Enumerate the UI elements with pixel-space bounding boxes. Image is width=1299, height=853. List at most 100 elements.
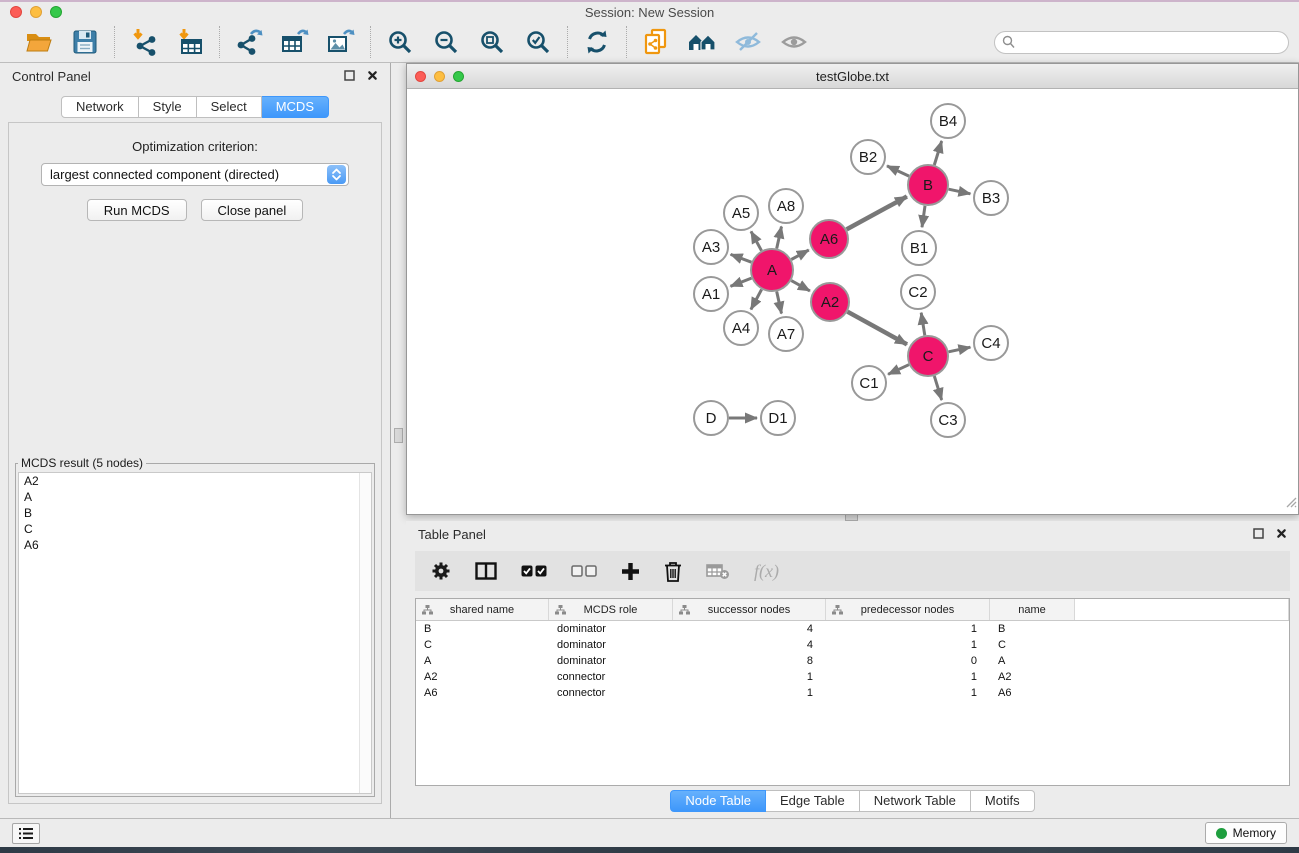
refresh-icon[interactable] [582,27,612,57]
table-row[interactable]: Cdominator41C [416,637,1289,653]
edge-A-A1[interactable] [731,278,752,286]
column-header-name[interactable]: name [990,599,1075,620]
node-label-C3: C3 [938,412,957,429]
trash-icon[interactable] [664,559,682,583]
edge-A-A3[interactable] [731,254,752,262]
table-cell: dominator [549,653,673,669]
table-tab-motifs[interactable]: Motifs [971,790,1035,812]
edge-B-B3[interactable] [949,189,971,194]
column-header-mcds-role[interactable]: MCDS role [549,599,673,620]
float-panel-icon[interactable] [344,69,355,84]
edge-A-A4[interactable] [751,289,762,309]
close-table-panel-icon[interactable] [1276,527,1287,542]
tab-mcds[interactable]: MCDS [262,96,329,118]
node-label-B2: B2 [859,149,877,166]
plus-icon[interactable] [621,559,640,583]
tab-style[interactable]: Style [139,96,197,118]
table-tab-node-table[interactable]: Node Table [670,790,766,812]
vertical-splitter-handle[interactable] [394,428,403,443]
float-table-panel-icon[interactable] [1253,527,1264,542]
export-network-icon[interactable] [234,27,264,57]
task-history-button[interactable] [12,823,40,844]
node-label-C: C [923,348,934,365]
import-table-icon[interactable] [175,27,205,57]
export-table-icon[interactable] [280,27,310,57]
table-row[interactable]: Adominator80A [416,653,1289,669]
edge-C-C2[interactable] [921,313,925,336]
table-row[interactable]: A2connector11A2 [416,669,1289,685]
table-cell: 1 [673,685,826,701]
new-network-from-selection-icon[interactable] [641,27,671,57]
table-cell: 0 [826,653,990,669]
mcds-result-item[interactable]: A [19,489,371,505]
table-tab-network-table[interactable]: Network Table [860,790,971,812]
edge-A2-C[interactable] [848,312,908,345]
close-panel-icon[interactable] [367,69,378,84]
network-canvas[interactable]: B4B2BB3A8A5A6A3B1AC2A1A2A4A7C4CC1C3DD1 [407,90,1298,514]
network-close-button[interactable] [415,71,426,82]
column-header-predecessor-nodes[interactable]: predecessor nodes [826,599,990,620]
save-session-icon[interactable] [70,27,100,57]
tab-select[interactable]: Select [197,96,262,118]
edge-C-C1[interactable] [888,365,909,375]
optimization-criterion-dropdown[interactable]: largest connected component (directed) [41,163,349,186]
search-box [994,31,1289,54]
edge-A-A2[interactable] [791,281,810,291]
checked-boxes-icon[interactable] [521,559,547,583]
edge-B-B4[interactable] [934,141,941,165]
network-minimize-button[interactable] [434,71,445,82]
zoom-in-icon[interactable] [385,27,415,57]
zoom-selected-icon[interactable] [523,27,553,57]
import-network-icon[interactable] [129,27,159,57]
open-session-icon[interactable] [24,27,54,57]
column-header-successor-nodes[interactable]: successor nodes [673,599,826,620]
mcds-result-item[interactable]: B [19,505,371,521]
run-mcds-button[interactable]: Run MCDS [87,199,187,221]
table-row[interactable]: Bdominator41B [416,621,1289,637]
node-label-A4: A4 [732,320,750,337]
node-table[interactable]: shared nameMCDS rolesuccessor nodesprede… [415,598,1290,786]
table-row[interactable]: A6connector11A6 [416,685,1289,701]
mcds-result-list[interactable]: A2ABCA6 [18,472,372,794]
memory-button[interactable]: Memory [1205,822,1287,844]
edge-A-A7[interactable] [777,292,782,314]
column-header-shared-name[interactable]: shared name [416,599,549,620]
show-all-icon[interactable] [779,27,809,57]
edge-C-C3[interactable] [934,376,941,400]
zoom-fit-icon[interactable] [477,27,507,57]
dropdown-stepper-icon [327,165,346,184]
edge-A6-B[interactable] [847,197,907,230]
column-layout-icon[interactable] [475,559,497,583]
application-window: Session: New Session Control Panel Netwo… [0,0,1299,853]
desktop-edge [0,847,1299,853]
edge-C-C4[interactable] [949,347,971,352]
node-label-A2: A2 [821,294,839,311]
table-tab-edge-table[interactable]: Edge Table [766,790,860,812]
unchecked-boxes-icon[interactable] [571,559,597,583]
hide-selected-icon[interactable] [733,27,763,57]
search-input[interactable] [994,31,1289,54]
function-builder-button: f(x) [754,561,779,582]
close-panel-button[interactable]: Close panel [201,199,304,221]
gear-icon[interactable] [431,559,451,583]
horizontal-splitter-handle[interactable] [845,514,858,521]
first-neighbors-icon[interactable] [687,27,717,57]
table-cell: C [990,637,1075,653]
edge-B-B1[interactable] [922,206,925,227]
network-zoom-button[interactable] [453,71,464,82]
mcds-result-item[interactable]: C [19,521,371,537]
scrollbar-track[interactable] [359,473,371,793]
zoom-out-icon[interactable] [431,27,461,57]
edge-B-B2[interactable] [887,166,909,176]
edge-A-A6[interactable] [791,250,809,260]
export-image-icon[interactable] [326,27,356,57]
tab-network[interactable]: Network [61,96,139,118]
table-cell: 1 [826,621,990,637]
resize-grip-icon[interactable] [1283,494,1297,513]
edge-A-A8[interactable] [777,227,782,249]
app-title: Session: New Session [0,5,1299,20]
edge-A-A5[interactable] [751,231,762,250]
table-cell: A2 [990,669,1075,685]
mcds-result-item[interactable]: A2 [19,473,371,489]
mcds-result-item[interactable]: A6 [19,537,371,553]
